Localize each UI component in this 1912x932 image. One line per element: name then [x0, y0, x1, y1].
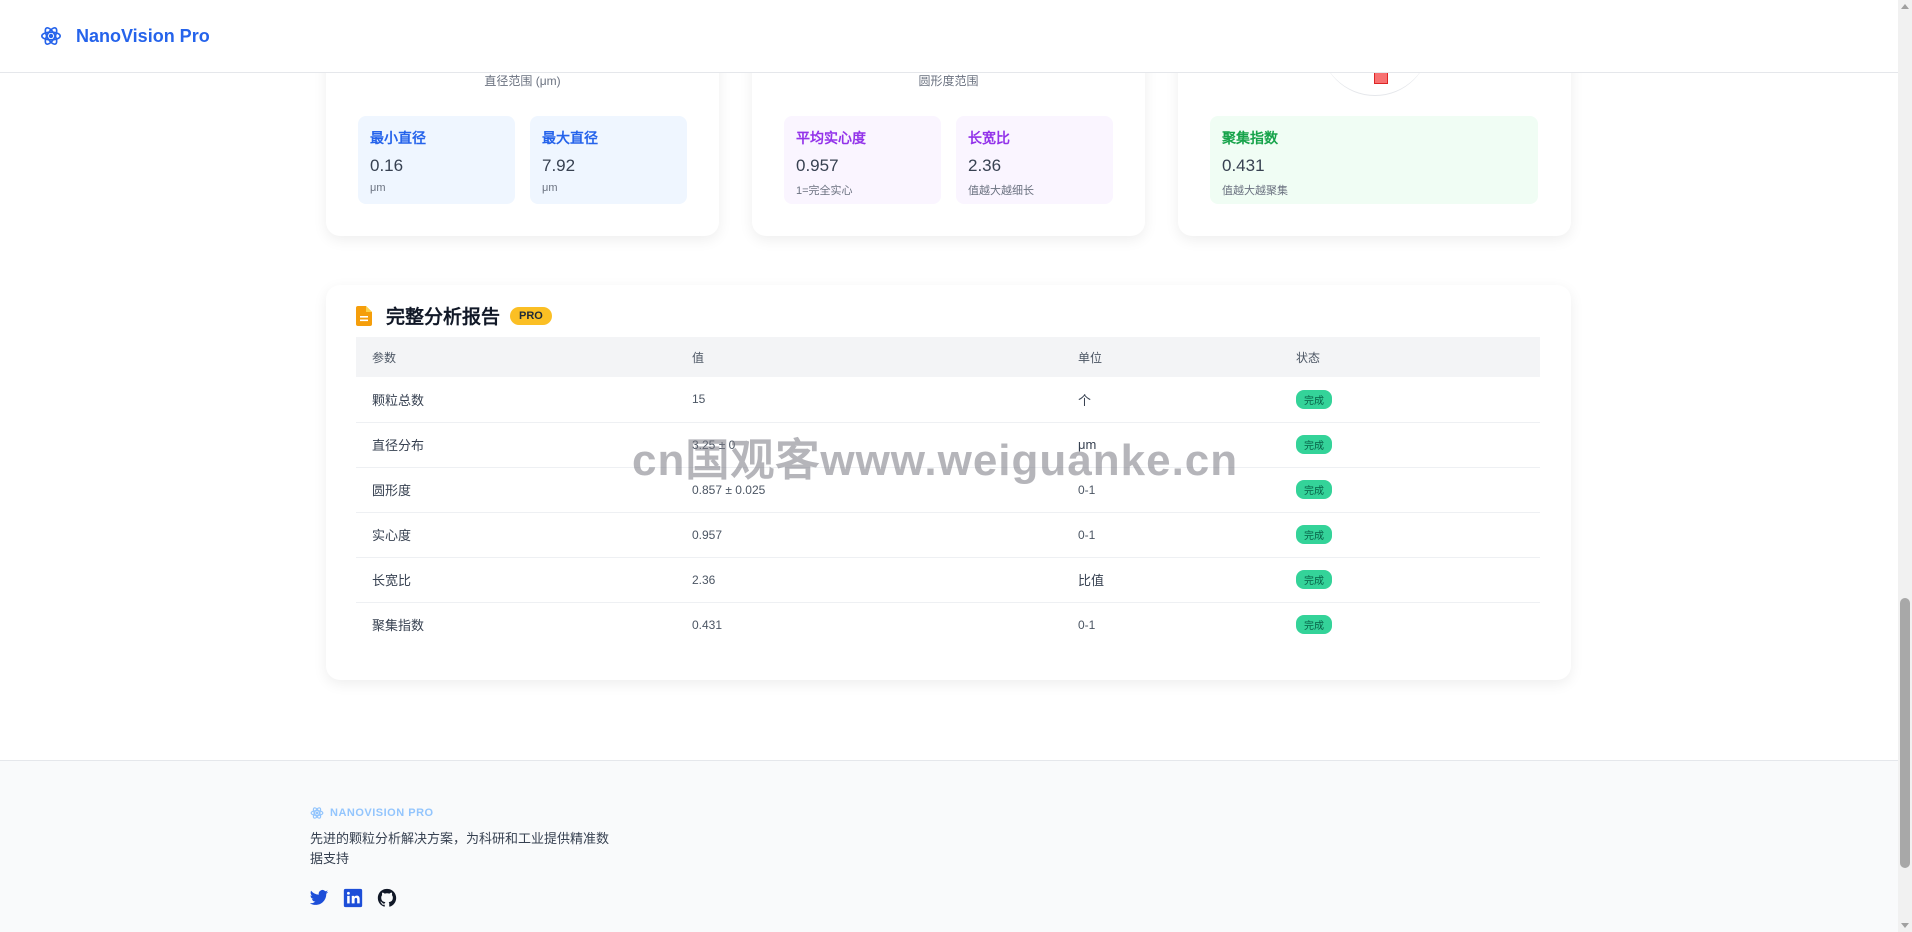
footer-brand-name: NANOVISION PRO: [330, 807, 434, 819]
column-header: 单位: [1062, 337, 1280, 377]
report-header: 完整分析报告 PRO: [356, 302, 552, 329]
stat-sub: μm: [370, 182, 386, 194]
value-cell: 2.36: [676, 557, 1062, 603]
scroll-down-arrow[interactable]: [1901, 923, 1909, 928]
stat-value: 7.92: [542, 156, 576, 175]
stat-value: 0.957: [796, 156, 839, 175]
status-cell: 完成: [1280, 377, 1540, 423]
brand-name[interactable]: NanoVision Pro: [76, 26, 210, 47]
status-badge: 完成: [1296, 435, 1332, 454]
scrollbar[interactable]: [1898, 0, 1912, 932]
value-cell: 0.431: [692, 617, 723, 632]
status-badge: 完成: [1296, 389, 1332, 409]
footer-description: 先进的颗粒分析解决方案，为科研和工业提供精准数据支持: [310, 831, 610, 866]
min-diameter-stat: 最小直径 0.16 μm: [358, 116, 515, 204]
unit-cell: 个: [1062, 377, 1280, 423]
stat-sub: 值越大越聚集: [1222, 185, 1288, 197]
table-row: 颗粒总数 15 个 完成: [356, 377, 1540, 423]
status-badge: 完成: [1296, 525, 1332, 544]
twitter-icon[interactable]: [309, 888, 329, 908]
scroll-up-arrow[interactable]: [1901, 4, 1909, 9]
column-header: 参数: [356, 337, 676, 377]
pro-badge: PRO: [510, 306, 552, 325]
stat-value: 0.16: [370, 156, 404, 175]
status-cell: 完成: [1280, 512, 1540, 558]
status-badge: 完成: [1296, 615, 1332, 635]
stat-value: 2.36: [968, 156, 1002, 175]
diameter-range-caption: 直径范围 (μm): [484, 74, 561, 88]
circularity-range-caption: 圆形度范围: [918, 74, 979, 88]
status-cell: 完成: [1280, 422, 1540, 468]
status-cell: 完成: [1280, 467, 1540, 513]
footer: NANOVISION PRO 先进的颗粒分析解决方案，为科研和工业提供精准数据支…: [0, 760, 1898, 932]
report-title: 完整分析报告: [386, 307, 501, 328]
param-cell: 颗粒总数: [356, 377, 676, 423]
linkedin-icon[interactable]: [343, 888, 363, 908]
max-diameter-stat: 最大直径 7.92 μm: [530, 116, 687, 204]
table-header-row: 参数 值 单位 状态: [356, 337, 1540, 377]
scrollbar-thumb[interactable]: [1900, 598, 1910, 868]
stat-label: 平均实心度: [796, 130, 866, 146]
atom-icon: [310, 807, 324, 819]
stat-value: 0.431: [1222, 156, 1265, 175]
table-row: 实心度 0.957 0-1 完成: [356, 512, 1540, 558]
aggregation-index-stat: 聚集指数 0.431 值越大越聚集: [1210, 116, 1538, 204]
unit-cell: 0-1: [1078, 617, 1096, 632]
report-table: 参数 值 单位 状态 颗粒总数 15 个 完成 直径分布 3.25 ± 0 μm…: [356, 337, 1540, 647]
stat-sub: μm: [542, 182, 558, 194]
stat-label: 最大直径: [542, 130, 598, 146]
stat-label: 最小直径: [370, 130, 426, 146]
column-header: 值: [676, 337, 1062, 377]
footer-brand: NANOVISION PRO: [310, 806, 434, 820]
header: NanoVision Pro: [0, 0, 1898, 73]
param-cell: 聚集指数: [372, 618, 425, 634]
param-cell: 长宽比: [356, 557, 676, 603]
value-cell: 0.957: [676, 512, 1062, 558]
status-cell: 完成: [1280, 557, 1540, 603]
status-badge: 完成: [1296, 480, 1332, 499]
param-cell: 实心度: [356, 512, 676, 558]
table-row: 聚集指数 0.431 0-1 完成: [356, 602, 1540, 647]
param-cell: 圆形度: [356, 467, 676, 513]
avg-solidity-stat: 平均实心度 0.957 1=完全实心: [784, 116, 941, 204]
github-icon[interactable]: [377, 888, 397, 908]
unit-cell: 比值: [1062, 557, 1280, 603]
table-row: 长宽比 2.36 比值 完成: [356, 557, 1540, 603]
param-cell: 直径分布: [356, 422, 676, 468]
status-badge: 完成: [1296, 570, 1332, 589]
stat-sub: 1=完全实心: [796, 185, 853, 197]
aspect-ratio-stat: 长宽比 2.36 值越大越细长: [956, 116, 1113, 204]
atom-icon: [41, 27, 61, 45]
unit-cell: 0-1: [1062, 512, 1280, 558]
watermark: cn国观客www.weiguanke.cn: [632, 436, 1239, 485]
stat-label: 聚集指数: [1222, 130, 1278, 146]
status-cell: 完成: [1280, 602, 1540, 647]
stat-label: 长宽比: [968, 130, 1010, 146]
value-cell: 15: [676, 377, 1062, 423]
document-icon: [356, 305, 372, 326]
column-header: 状态: [1280, 337, 1540, 377]
stat-sub: 值越大越细长: [968, 185, 1034, 197]
